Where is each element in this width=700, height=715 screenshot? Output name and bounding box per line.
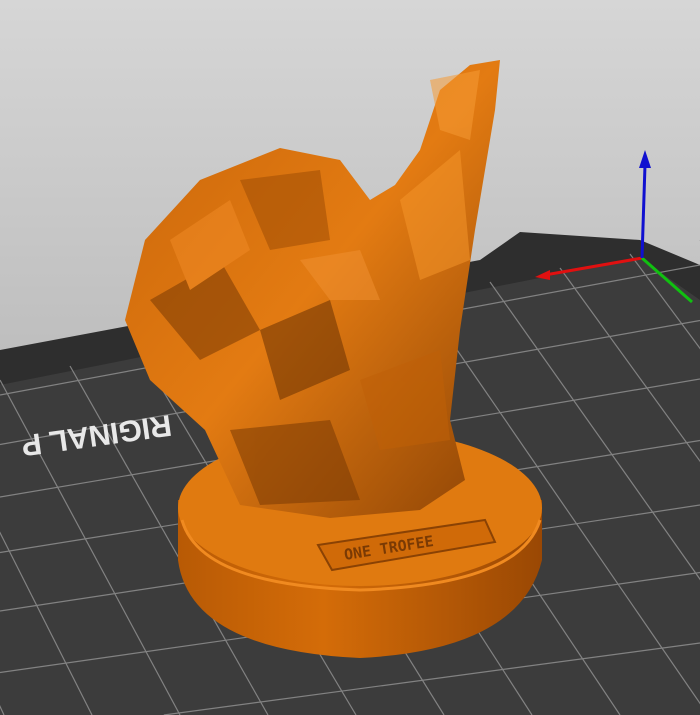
scene[interactable]: RIGINAL P ONE TROFEE	[0, 0, 700, 715]
axis-z-arrow	[639, 150, 651, 168]
3d-viewport[interactable]: RIGINAL P ONE TROFEE	[0, 0, 700, 715]
